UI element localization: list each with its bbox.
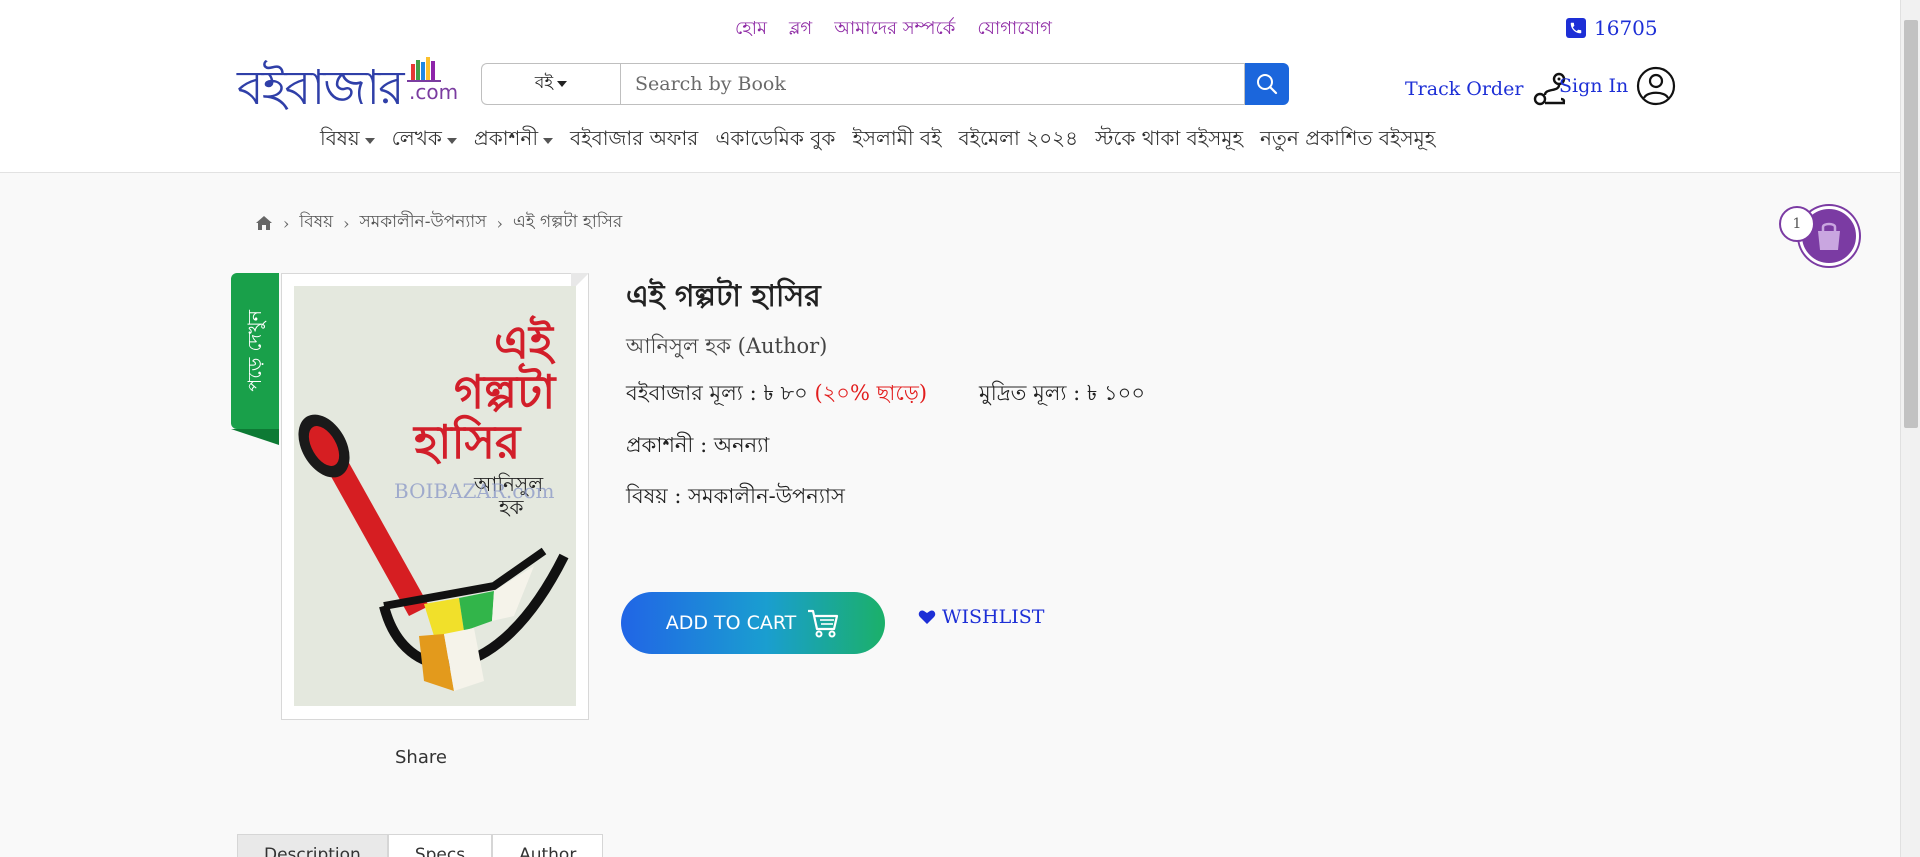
subject-value[interactable]: : সমকালীন-উপন্যাস bbox=[674, 484, 845, 508]
nav-label: স্টকে থাকা বইসমূহ bbox=[1095, 126, 1243, 150]
nav-item-in-stock[interactable]: স্টকে থাকা বইসমূহ bbox=[1095, 124, 1243, 157]
chevron-down-icon bbox=[543, 137, 554, 144]
sign-in-link[interactable]: Sign In bbox=[1559, 66, 1676, 106]
site-header: হোম ব্লগ আমাদের সম্পর্কে যোগাযোগ 16705 ব… bbox=[0, 0, 1900, 173]
nav-item-author[interactable]: লেখক bbox=[392, 124, 457, 157]
cart-icon bbox=[808, 609, 839, 638]
cover-title-2: গল্পটা bbox=[454, 362, 557, 419]
nav-item-bookfair[interactable]: বইমেলা ২০২৪ bbox=[958, 124, 1078, 157]
sale-price-label: বইবাজার মূল্য bbox=[626, 381, 743, 405]
breadcrumb-subject[interactable]: বিষয় bbox=[299, 209, 333, 237]
discount-badge: (২০% ছাড়ে) bbox=[814, 381, 928, 405]
book-title: এই গল্পটা হাসির bbox=[626, 279, 821, 314]
publisher-value[interactable]: : অনন্যা bbox=[700, 433, 769, 457]
book-author[interactable]: আনিসুল হক (Author) bbox=[626, 330, 827, 365]
logo-suffix: .com bbox=[409, 80, 459, 104]
print-price: মুদ্রিত মূল্য : ৳ ১০০ bbox=[979, 377, 1145, 412]
nav-item-publisher[interactable]: প্রকাশনী bbox=[473, 124, 554, 157]
book-cover-art: এই গল্পটা হাসির আনিসুল হক BOIBAZAR.com bbox=[294, 286, 576, 706]
breadcrumb-current: এই গল্পটা হাসির bbox=[512, 212, 623, 232]
nav-item-subject[interactable]: বিষয় bbox=[320, 124, 375, 157]
track-order-label: Track Order bbox=[1405, 78, 1524, 100]
logo-text: বইবাজার bbox=[237, 60, 405, 116]
search-icon bbox=[1257, 74, 1278, 95]
nav-item-new-releases[interactable]: নতুন প্রকাশিত বইসমূহ bbox=[1260, 124, 1435, 157]
book-cover-image: এই গল্পটা হাসির আনিসুল হক BOIBAZAR.com bbox=[294, 286, 576, 706]
nav-label: একাডেমিক বুক bbox=[715, 126, 836, 150]
search-input[interactable] bbox=[620, 63, 1245, 105]
breadcrumb: › বিষয় › সমকালীন-উপন্যাস › এই গল্পটা হা… bbox=[255, 209, 622, 237]
nav-item-islamic[interactable]: ইসলামী বই bbox=[852, 124, 941, 157]
cart-count-badge: 1 bbox=[1779, 206, 1815, 242]
nav-label: বইবাজার অফার bbox=[570, 126, 699, 150]
page-scrollbar[interactable] bbox=[1900, 0, 1920, 857]
search-category-select[interactable]: বই bbox=[481, 63, 620, 105]
read-sample-label: পড়ে দেখুন bbox=[244, 310, 266, 392]
chevron-down-icon bbox=[557, 81, 568, 87]
chevron-right-icon: › bbox=[343, 213, 350, 233]
publisher-label: প্রকাশনী bbox=[626, 433, 694, 457]
sale-price: বইবাজার মূল্য : ৳ ৮০ (২০% ছাড়ে) bbox=[626, 377, 927, 412]
add-to-cart-label: ADD TO CART bbox=[665, 612, 797, 634]
wishlist-label: WISHLIST bbox=[942, 606, 1045, 628]
book-image-frame[interactable]: এই গল্পটা হাসির আনিসুল হক BOIBAZAR.com bbox=[281, 273, 589, 720]
home-icon[interactable] bbox=[255, 215, 273, 231]
breadcrumb-category[interactable]: সমকালীন-উপন্যাস bbox=[360, 209, 487, 237]
nav-label: ইসলামী বই bbox=[852, 126, 942, 150]
cover-watermark: BOIBAZAR.com bbox=[394, 479, 555, 503]
cover-title-1: এই bbox=[494, 315, 556, 369]
cover-title-3: হাসির bbox=[412, 414, 522, 469]
nav-item-offer[interactable]: বইবাজার অফার bbox=[570, 124, 698, 157]
share-button[interactable]: Share bbox=[395, 747, 447, 768]
heart-icon bbox=[918, 610, 936, 624]
chevron-right-icon: › bbox=[496, 213, 503, 233]
logo-books-icon bbox=[407, 57, 441, 82]
publisher-row: প্রকাশনী : অনন্যা bbox=[626, 429, 769, 464]
tab-description[interactable]: Description bbox=[237, 834, 388, 857]
nav-item-academic[interactable]: একাডেমিক বুক bbox=[715, 124, 835, 157]
user-icon bbox=[1637, 66, 1676, 106]
nav-label: লেখক bbox=[391, 126, 442, 150]
scrollbar-thumb[interactable] bbox=[1904, 20, 1918, 428]
chevron-down-icon bbox=[364, 137, 375, 144]
subject-row: বিষয় : সমকালীন-উপন্যাস bbox=[626, 480, 845, 515]
nav-label: প্রকাশনী bbox=[473, 126, 539, 150]
product-tabs: Description Specs Author bbox=[237, 834, 604, 857]
chevron-right-icon: › bbox=[283, 213, 290, 233]
top-link-blog[interactable]: ব্লগ bbox=[789, 14, 812, 45]
add-to-cart-button[interactable]: ADD TO CART bbox=[621, 592, 885, 654]
wishlist-button[interactable]: WISHLIST bbox=[918, 606, 1044, 628]
top-link-contact[interactable]: যোগাযোগ bbox=[977, 14, 1052, 45]
nav-label: বইমেলা ২০২৪ bbox=[958, 126, 1079, 150]
hotline-number: 16705 bbox=[1594, 16, 1658, 40]
read-sample-tab[interactable]: পড়ে দেখুন bbox=[231, 273, 279, 445]
main-nav: বিষয় লেখক প্রকাশনী বইবাজার অফার একাডেমি… bbox=[320, 124, 1435, 157]
subject-label: বিষয় bbox=[626, 484, 668, 508]
shopping-bag-icon bbox=[1818, 222, 1840, 250]
top-links: হোম ব্লগ আমাদের সম্পর্কে যোগাযোগ bbox=[735, 14, 1052, 45]
price-row: বইবাজার মূল্য : ৳ ৮০ (২০% ছাড়ে) মুদ্রিত… bbox=[626, 377, 1145, 412]
print-price-value: : ৳ ১০০ bbox=[1073, 381, 1145, 405]
search-category-value: বই bbox=[534, 73, 554, 93]
top-link-about[interactable]: আমাদের সম্পর্কে bbox=[834, 14, 955, 45]
site-logo[interactable]: বইবাজার .com bbox=[237, 50, 458, 116]
top-link-home[interactable]: হোম bbox=[735, 14, 767, 45]
track-order-link[interactable]: Track Order bbox=[1405, 70, 1569, 108]
sign-in-label: Sign In bbox=[1559, 75, 1629, 97]
search-bar: বই bbox=[481, 63, 1289, 105]
chevron-down-icon bbox=[446, 137, 457, 144]
tab-specs[interactable]: Specs bbox=[387, 834, 493, 857]
hotline[interactable]: 16705 bbox=[1566, 16, 1658, 40]
search-button[interactable] bbox=[1245, 63, 1289, 105]
print-price-label: মুদ্রিত মূল্য bbox=[979, 381, 1067, 405]
phone-icon bbox=[1566, 18, 1586, 38]
sale-price-value: : ৳ ৮০ bbox=[749, 381, 808, 405]
tab-author[interactable]: Author bbox=[492, 834, 604, 857]
nav-label: বিষয় bbox=[320, 126, 360, 150]
nav-label: নতুন প্রকাশিত বইসমূহ bbox=[1259, 126, 1436, 150]
